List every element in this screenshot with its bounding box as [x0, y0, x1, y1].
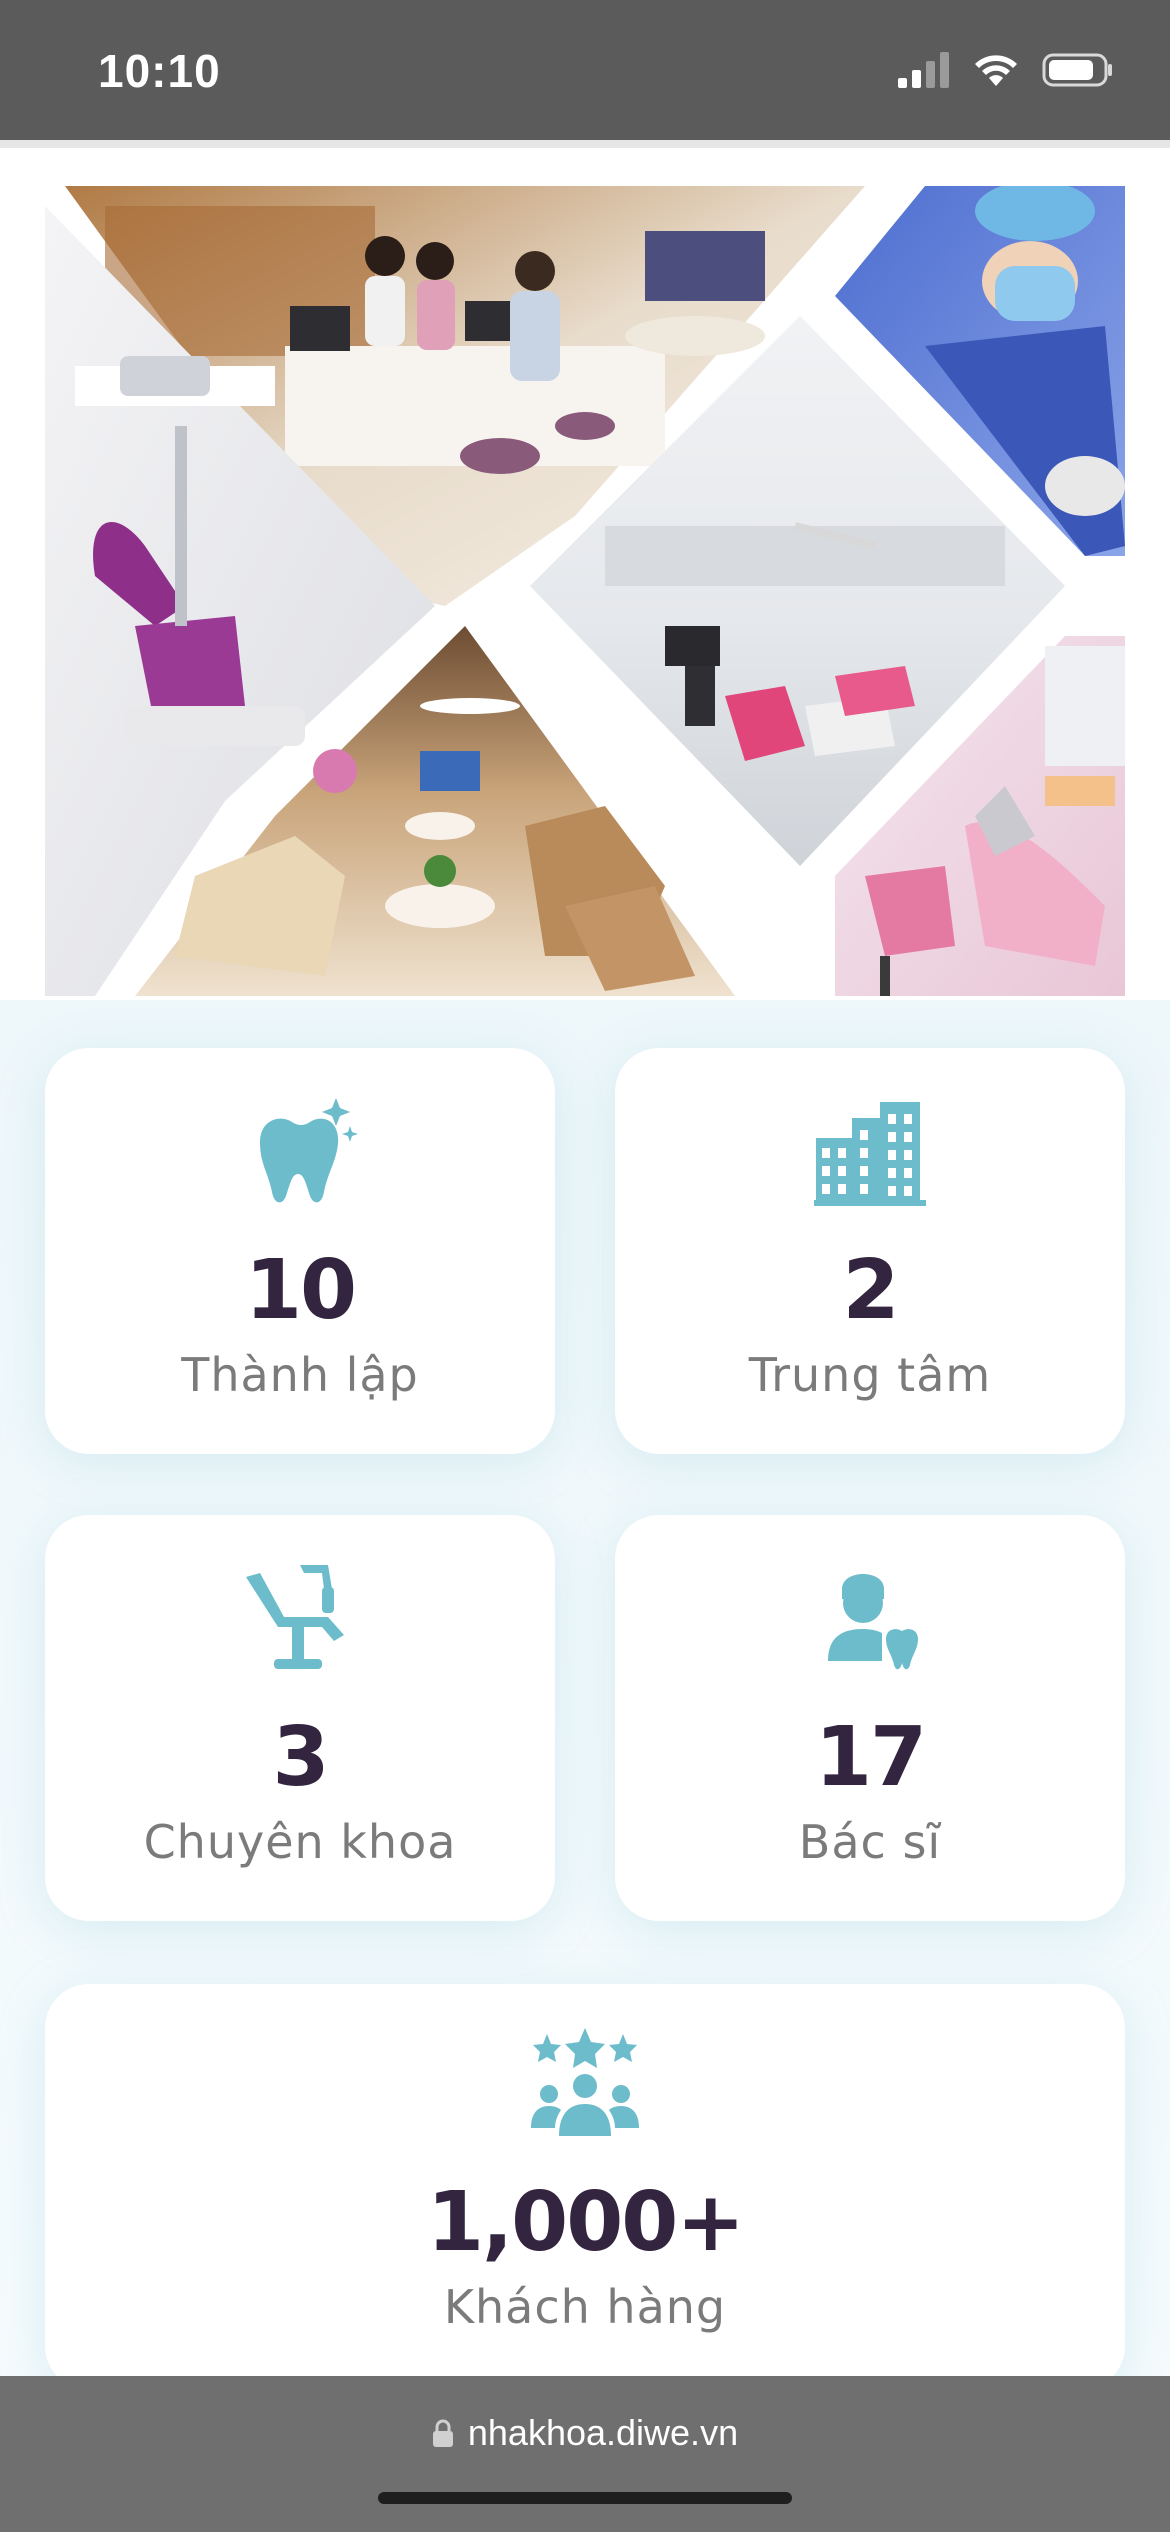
battery-icon — [1042, 53, 1112, 87]
stat-label: Bác sĩ — [798, 1815, 942, 1869]
customers-stars-icon — [531, 2028, 639, 2136]
stat-label: Trung tâm — [748, 1348, 992, 1402]
cellular-signal-icon — [898, 52, 949, 88]
stat-card-specialties: 3 Chuyên khoa — [45, 1515, 555, 1921]
status-icons — [898, 50, 1114, 90]
url-row[interactable]: nhakhoa.diwe.vn — [0, 2412, 1170, 2454]
stat-value: 2 — [842, 1243, 899, 1338]
buildings-icon — [814, 1102, 926, 1206]
dental-chair-icon — [246, 1565, 344, 1669]
stat-card-centers: 2 Trung tâm — [615, 1048, 1125, 1454]
stat-value: 3 — [272, 1710, 329, 1805]
stat-label: Thành lập — [181, 1348, 419, 1402]
stat-card-customers: 1,000+ Khách hàng — [45, 1984, 1125, 2390]
stats-section: 10 Thành lập 2 Trung tâm 3 Chuyên khoa 1… — [0, 1000, 1170, 2390]
wifi-icon — [975, 55, 1017, 86]
browser-url-bar[interactable]: nhakhoa.diwe.vn — [0, 2376, 1170, 2532]
clinic-photo-collage — [45, 186, 1125, 996]
stat-value: 1,000+ — [426, 2175, 745, 2270]
dentist-icon — [828, 1574, 918, 1670]
screen: 10:10 10 Thành lập 2 Trung tâm 3 Chuyên … — [0, 0, 1170, 2532]
stat-value: 10 — [244, 1243, 357, 1338]
stat-value: 17 — [814, 1710, 927, 1805]
lock-icon — [432, 2419, 453, 2447]
status-time: 10:10 — [98, 45, 221, 97]
stat-label: Chuyên khoa — [143, 1815, 457, 1869]
stat-card-established: 10 Thành lập — [45, 1048, 555, 1454]
tooth-sparkle-icon — [260, 1098, 358, 1203]
status-bar: 10:10 — [0, 0, 1170, 140]
status-divider — [0, 140, 1170, 148]
stat-card-doctors: 17 Bác sĩ — [615, 1515, 1125, 1921]
stat-label: Khách hàng — [443, 2280, 727, 2334]
url-text[interactable]: nhakhoa.diwe.vn — [468, 2412, 738, 2454]
home-indicator[interactable] — [378, 2492, 792, 2504]
